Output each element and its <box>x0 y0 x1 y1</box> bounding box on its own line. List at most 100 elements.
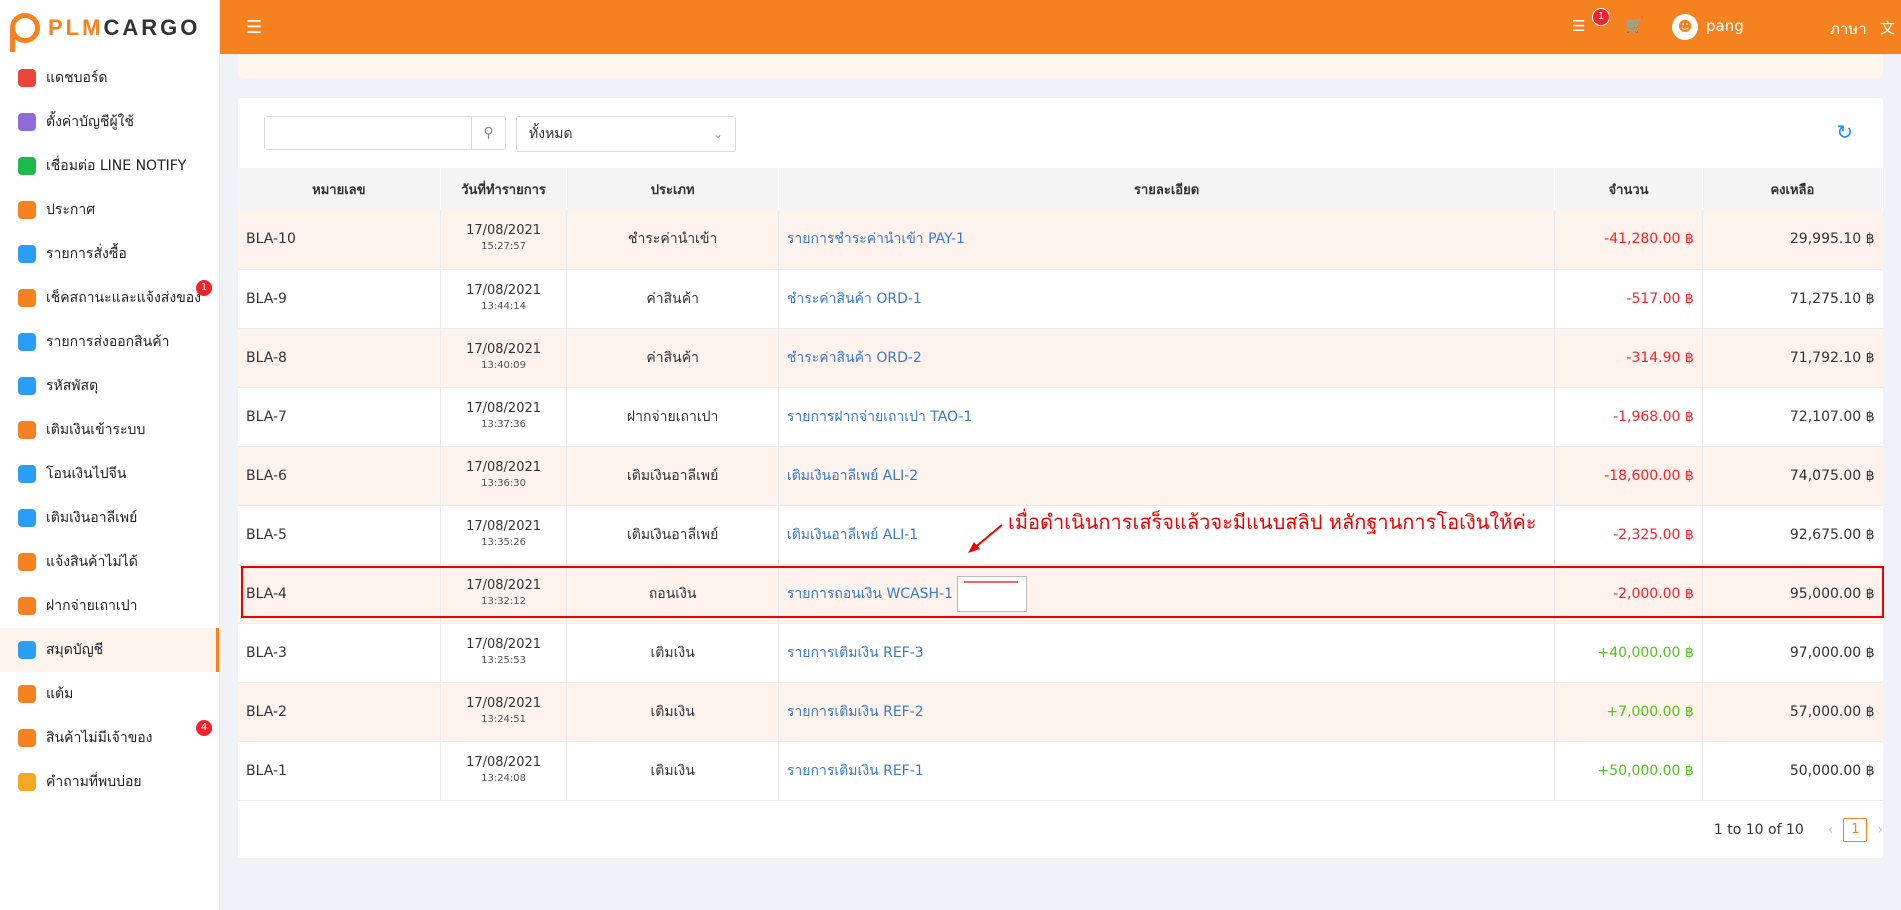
sidebar-item-label: รายการสั่งซื้อ <box>46 246 127 262</box>
username[interactable]: pang <box>1706 17 1744 35</box>
cell-date-day: 17/08/2021 <box>466 636 542 652</box>
sidebar-item-label: เชื่อมต่อ LINE NOTIFY <box>46 158 187 174</box>
sidebar-item-label: รหัสพัสดุ <box>46 378 99 394</box>
detail-link[interactable]: รายการเติมเงิน REF-3 <box>787 645 924 661</box>
pagination: 1 to 10 of 10 ‹ 1 › <box>1714 818 1883 842</box>
sidebar-item-label: ตั้งค่าบัญชีผู้ใช้ <box>46 114 135 130</box>
avatar[interactable]: ☻ <box>1672 14 1698 40</box>
detail-link[interactable]: เติมเงินอาลีเพย์ ALI-2 <box>787 468 918 484</box>
sidebar-item[interactable]: เติมเงินเข้าระบบ <box>0 408 219 452</box>
logo[interactable]: PLMCARGO <box>0 0 219 56</box>
transactions-table: หมายเลข วันที่ทำรายการ ประเภท รายละเอียด… <box>238 168 1884 801</box>
chevron-down-icon: ⌄ <box>712 127 723 141</box>
col-header-type[interactable]: ประเภท <box>566 168 779 210</box>
cell-number: BLA-4 <box>238 564 441 624</box>
top-banner <box>238 54 1883 78</box>
table-row[interactable]: BLA-9 17/08/2021 13:44:14 ค่าสินค้า ชำระค่าส… <box>238 269 1883 329</box>
cell-type: ค่าสินค้า <box>566 269 779 329</box>
table-row[interactable]: BLA-3 17/08/2021 13:25:53 เติมเงิน รายการเติ… <box>238 623 1883 683</box>
sidebar-item[interactable]: ประกาศ <box>0 188 219 232</box>
sidebar-item[interactable]: แต้ม <box>0 672 219 716</box>
table-row[interactable]: BLA-6 17/08/2021 13:36:30 เติมเงินอาลีเพย์ เ… <box>238 446 1883 506</box>
translate-icon[interactable]: 文 <box>1880 17 1895 38</box>
refresh-icon[interactable]: ↻ <box>1836 120 1853 144</box>
sidebar-item[interactable]: ตั้งค่าบัญชีผู้ใช้ <box>0 100 219 144</box>
cell-detail: ชำระค่าสินค้า ORD-2 <box>778 328 1556 388</box>
search-icon[interactable]: ⚲ <box>471 117 505 149</box>
sidebar-item[interactable]: เช็คสถานะและแจ้งส่งของ 1 <box>0 276 219 320</box>
cart-icon[interactable]: 🛒 <box>1625 16 1644 34</box>
detail-link[interactable]: รายการเติมเงิน REF-2 <box>787 704 924 720</box>
sidebar-item[interactable]: สินค้าไม่มีเจ้าของ 4 <box>0 716 219 760</box>
col-header-number[interactable]: หมายเลข <box>238 168 441 210</box>
page-button[interactable]: 1 <box>1843 818 1868 842</box>
sidebar-item-label: ประกาศ <box>46 202 96 218</box>
slip-thumbnail[interactable] <box>957 575 1028 612</box>
cell-detail: รายการเติมเงิน REF-1 <box>778 741 1556 801</box>
cell-type: เติมเงิน <box>566 741 779 801</box>
cell-type: ถอนเงิน <box>566 564 779 624</box>
cell-amount: -2,000.00 ฿ <box>1554 564 1703 624</box>
cell-amount: -41,280.00 ฿ <box>1554 210 1703 270</box>
detail-link[interactable]: รายการชำระค่านำเข้า PAY-1 <box>787 231 965 247</box>
type-filter-value: ทั้งหมด <box>529 126 573 142</box>
sidebar-item-label: เช็คสถานะและแจ้งส่งของ <box>46 290 202 306</box>
account-book-card: ⚲ ทั้งหมด ⌄ ↻ หมายเลข วันที่ทำรายการ ประ… <box>238 98 1884 858</box>
cell-balance: 71,792.10 ฿ <box>1702 328 1883 388</box>
cell-number: BLA-7 <box>238 387 441 447</box>
cell-date-day: 17/08/2021 <box>466 341 542 357</box>
sidebar-item[interactable]: แดชบอร์ด <box>0 56 219 100</box>
detail-link[interactable]: รายการเติมเงิน REF-1 <box>787 763 924 779</box>
col-header-date[interactable]: วันที่ทำรายการ <box>440 168 568 210</box>
menu-badge: 4 <box>196 720 212 736</box>
table-row[interactable]: BLA-2 17/08/2021 13:24:51 เติมเงิน รายการเติ… <box>238 682 1883 742</box>
cell-balance: 29,995.10 ฿ <box>1702 210 1883 270</box>
next-page-icon[interactable]: › <box>1877 822 1883 838</box>
cell-balance: 72,107.00 ฿ <box>1702 387 1883 447</box>
sidebar-item[interactable]: คำถามที่พบบ่อย <box>0 760 219 804</box>
col-header-balance[interactable]: คงเหลือ <box>1702 168 1884 210</box>
cell-type: ค่าสินค้า <box>566 328 779 388</box>
language-button[interactable]: ภาษา <box>1830 17 1867 41</box>
sidebar-item[interactable]: สมุดบัญชี <box>0 628 219 672</box>
col-header-detail[interactable]: รายละเอียด <box>778 168 1556 210</box>
sidebar-item[interactable]: แจ้งสินค้าไม่ได้ <box>0 540 219 584</box>
detail-link[interactable]: รายการฝากจ่ายเถาเปา TAO-1 <box>787 409 973 425</box>
detail-link[interactable]: เติมเงินอาลีเพย์ ALI-1 <box>787 527 918 543</box>
cell-date-time: 13:25:53 <box>481 654 527 666</box>
cell-amount: +7,000.00 ฿ <box>1554 682 1703 742</box>
cell-date-time: 13:35:26 <box>481 536 527 548</box>
detail-link[interactable]: รายการถอนเงิน WCASH-1 <box>787 586 953 602</box>
sidebar-item[interactable]: โอนเงินไปจีน <box>0 452 219 496</box>
type-filter-select[interactable]: ทั้งหมด ⌄ <box>516 116 736 152</box>
table-row[interactable]: BLA-8 17/08/2021 13:40:09 ค่าสินค้า ชำระค่าส… <box>238 328 1883 388</box>
menu-toggle-icon[interactable]: ☰ <box>246 17 262 38</box>
prev-page-icon[interactable]: ‹ <box>1828 822 1834 838</box>
table-row[interactable]: BLA-10 17/08/2021 15:27:57 ชำระค่านำเข้า ราย… <box>238 210 1883 270</box>
detail-link[interactable]: ชำระค่าสินค้า ORD-2 <box>787 350 922 366</box>
truck-icon <box>18 289 36 307</box>
sidebar-item[interactable]: รายการสั่งซื้อ <box>0 232 219 276</box>
table-row[interactable]: BLA-1 17/08/2021 13:24:08 เติมเงิน รายการเติ… <box>238 741 1883 801</box>
search-input[interactable] <box>265 117 471 149</box>
wallet-icon <box>18 641 36 659</box>
sidebar-item[interactable]: รหัสพัสดุ <box>0 364 219 408</box>
sidebar-item[interactable]: เติมเงินอาลีเพย์ <box>0 496 219 540</box>
sidebar-item-label: รายการส่งออกสินค้า <box>46 334 170 350</box>
cell-date-day: 17/08/2021 <box>466 282 542 298</box>
menu-badge: 1 <box>196 280 212 296</box>
chart-area-icon <box>18 69 36 87</box>
cell-balance: 57,000.00 ฿ <box>1702 682 1883 742</box>
table-row[interactable]: BLA-7 17/08/2021 13:37:36 ฝากจ่ายเถาเปา รายก… <box>238 387 1883 447</box>
cell-balance: 71,275.10 ฿ <box>1702 269 1883 329</box>
layers-icon[interactable]: ☰ <box>1572 17 1585 35</box>
col-header-amount[interactable]: จำนวน <box>1554 168 1703 210</box>
sidebar-item[interactable]: รายการส่งออกสินค้า <box>0 320 219 364</box>
alipay-icon <box>18 509 36 527</box>
sidebar-item[interactable]: เชื่อมต่อ LINE NOTIFY <box>0 144 219 188</box>
sidebar-item[interactable]: ฝากจ่ายเถาเปา <box>0 584 219 628</box>
cell-detail: เติมเงินอาลีเพย์ ALI-2 <box>778 446 1556 506</box>
search-box: ⚲ <box>264 116 506 150</box>
detail-link[interactable]: ชำระค่าสินค้า ORD-1 <box>787 291 922 307</box>
table-row[interactable]: BLA-4 17/08/2021 13:32:12 ถอนเงิน รายการถอนเ… <box>238 564 1883 624</box>
